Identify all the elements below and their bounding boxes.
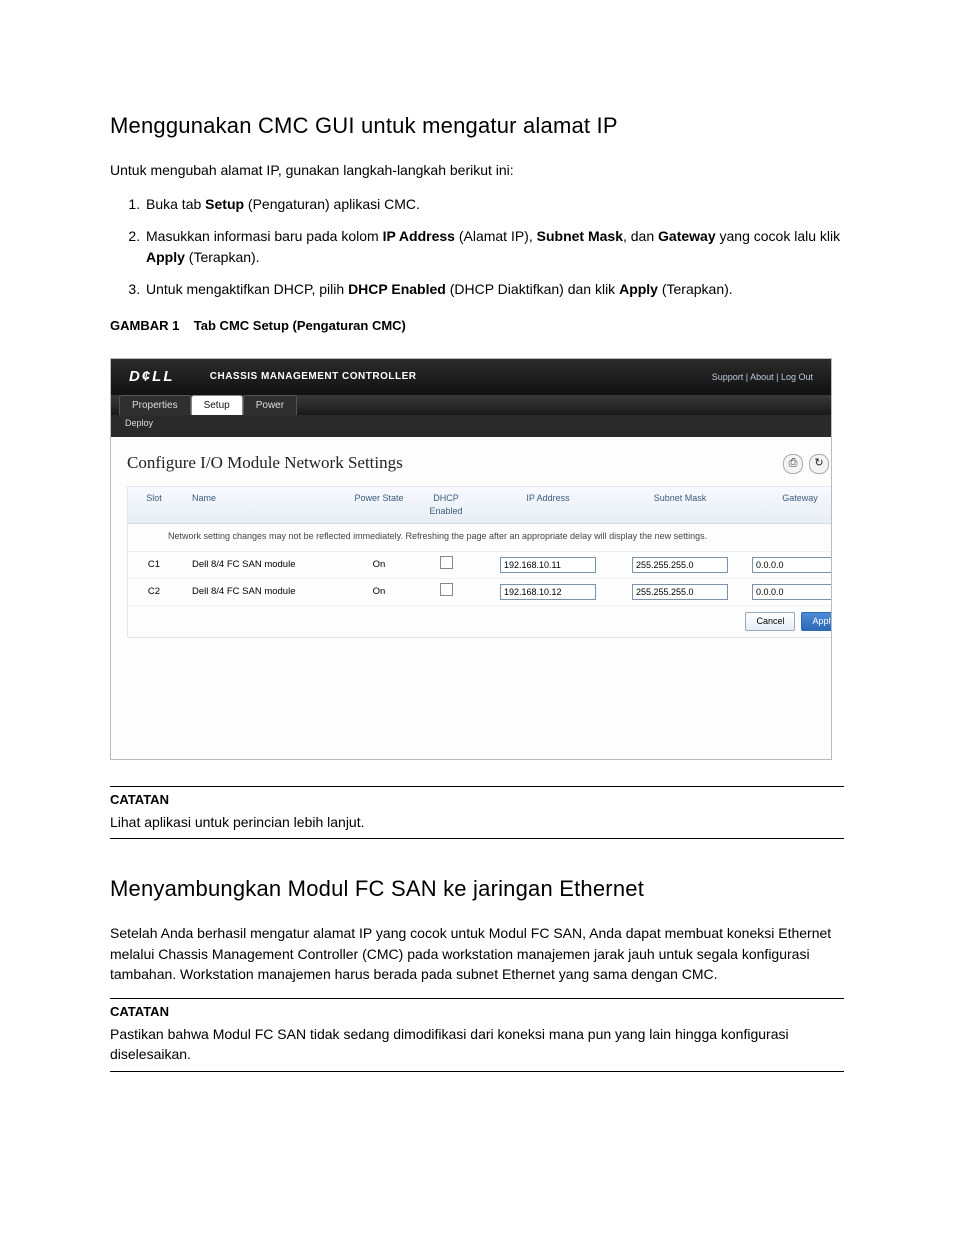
cell-power-state: On xyxy=(348,581,410,603)
cmc-screenshot: D¢LL CHASSIS MANAGEMENT CONTROLLER Suppo… xyxy=(110,358,832,760)
refresh-icon[interactable]: ↻ xyxy=(809,454,829,474)
grid-buttons: Cancel Apply xyxy=(128,606,832,637)
note-block-1: CATATAN Lihat aplikasi untuk perincian l… xyxy=(110,786,844,839)
figure-caption: GAMBAR 1 Tab CMC Setup (Pengaturan CMC) xyxy=(110,317,844,336)
steps-list: Buka tab Setup (Pengaturan) aplikasi CMC… xyxy=(110,194,844,299)
main-tabs: Properties Setup Power xyxy=(111,395,832,415)
col-slot: Slot xyxy=(128,487,180,523)
col-gateway: Gateway xyxy=(746,487,832,523)
table-row: C2Dell 8/4 FC SAN moduleOn xyxy=(128,579,832,606)
cell-slot: C2 xyxy=(128,581,180,603)
top-links[interactable]: Support | About | Log Out xyxy=(712,371,813,384)
cmc-topbar: D¢LL CHASSIS MANAGEMENT CONTROLLER Suppo… xyxy=(111,359,831,395)
grid-header: Slot Name Power State DHCP Enabled IP Ad… xyxy=(128,487,832,524)
print-icon[interactable]: ⎙ xyxy=(783,454,803,474)
dhcp-checkbox[interactable] xyxy=(440,556,453,569)
heading-cmc-gui: Menggunakan CMC GUI untuk mengatur alama… xyxy=(110,110,844,142)
col-power-state: Power State xyxy=(348,487,410,523)
intro-text: Untuk mengubah alamat IP, gunakan langka… xyxy=(110,160,844,180)
dhcp-checkbox[interactable] xyxy=(440,583,453,596)
note2-text: Pastikan bahwa Modul FC SAN tidak sedang… xyxy=(110,1024,844,1065)
cell-name: Dell 8/4 FC SAN module xyxy=(180,554,348,576)
step-3: Untuk mengaktifkan DHCP, pilih DHCP Enab… xyxy=(144,279,844,299)
table-row: C1Dell 8/4 FC SAN moduleOn xyxy=(128,552,832,579)
gateway-input[interactable] xyxy=(752,557,832,573)
io-module-grid: Slot Name Power State DHCP Enabled IP Ad… xyxy=(127,486,832,638)
col-dhcp: DHCP Enabled xyxy=(410,487,482,523)
col-ip: IP Address xyxy=(482,487,614,523)
step-1: Buka tab Setup (Pengaturan) aplikasi CMC… xyxy=(144,194,844,214)
tab-power[interactable]: Power xyxy=(243,395,297,416)
ip-input[interactable] xyxy=(500,557,596,573)
col-mask: Subnet Mask xyxy=(614,487,746,523)
heading-ethernet: Menyambungkan Modul FC SAN ke jaringan E… xyxy=(110,873,844,905)
app-name: CHASSIS MANAGEMENT CONTROLLER xyxy=(210,370,417,385)
tab-setup[interactable]: Setup xyxy=(191,395,243,416)
step-2: Masukkan informasi baru pada kolom IP Ad… xyxy=(144,226,844,267)
section2-body: Setelah Anda berhasil mengatur alamat IP… xyxy=(110,923,844,984)
panel-title-row: Configure I/O Module Network Settings ⎙ … xyxy=(127,451,832,476)
grid-note: Network setting changes may not be refle… xyxy=(128,524,832,552)
note1-text: Lihat aplikasi untuk perincian lebih lan… xyxy=(110,812,844,832)
note-block-2: CATATAN Pastikan bahwa Modul FC SAN tida… xyxy=(110,998,844,1071)
tab-properties[interactable]: Properties xyxy=(119,395,191,416)
ip-input[interactable] xyxy=(500,584,596,600)
cell-slot: C1 xyxy=(128,554,180,576)
mask-input[interactable] xyxy=(632,557,728,573)
gateway-input[interactable] xyxy=(752,584,832,600)
apply-button[interactable]: Apply xyxy=(801,612,832,631)
cancel-button[interactable]: Cancel xyxy=(745,612,795,631)
cell-power-state: On xyxy=(348,554,410,576)
col-name: Name xyxy=(180,487,348,523)
mask-input[interactable] xyxy=(632,584,728,600)
note1-label: CATATAN xyxy=(110,791,844,810)
dell-logo: D¢LL xyxy=(129,366,175,388)
note2-label: CATATAN xyxy=(110,1003,844,1022)
sub-tab-deploy[interactable]: Deploy xyxy=(111,415,832,437)
panel-title: Configure I/O Module Network Settings xyxy=(127,451,403,476)
cell-name: Dell 8/4 FC SAN module xyxy=(180,581,348,603)
cmc-main: Properties Setup Power Deploy Configure … xyxy=(111,395,832,759)
